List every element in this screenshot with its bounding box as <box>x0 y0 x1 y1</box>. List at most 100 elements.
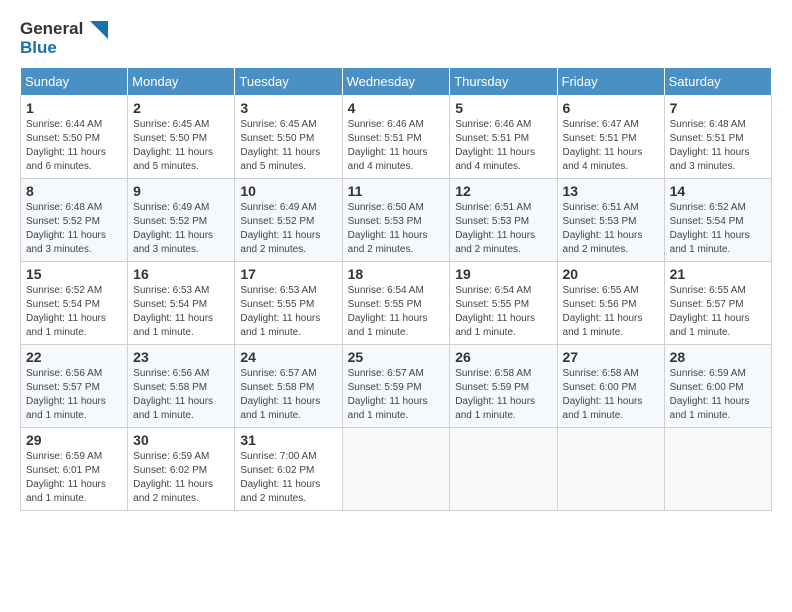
day-info: Sunrise: 6:48 AM Sunset: 5:52 PM Dayligh… <box>26 201 122 257</box>
daylight-label: Daylight: 11 hours and 1 minute. <box>670 230 750 255</box>
sunset-label: Sunset: 5:59 PM <box>455 382 529 393</box>
sunset-label: Sunset: 5:51 PM <box>348 133 422 144</box>
sunset-label: Sunset: 5:57 PM <box>26 382 100 393</box>
sunset-label: Sunset: 5:56 PM <box>563 299 637 310</box>
daylight-label: Daylight: 11 hours and 2 minutes. <box>563 230 643 255</box>
day-info: Sunrise: 6:59 AM Sunset: 6:00 PM Dayligh… <box>670 367 766 423</box>
day-info: Sunrise: 6:45 AM Sunset: 5:50 PM Dayligh… <box>240 118 336 174</box>
day-number: 6 <box>563 100 659 116</box>
sunrise-label: Sunrise: 6:58 AM <box>455 368 531 379</box>
calendar-cell: 14 Sunrise: 6:52 AM Sunset: 5:54 PM Dayl… <box>664 179 771 262</box>
calendar-cell: 24 Sunrise: 6:57 AM Sunset: 5:58 PM Dayl… <box>235 345 342 428</box>
daylight-label: Daylight: 11 hours and 3 minutes. <box>26 230 106 255</box>
sunrise-label: Sunrise: 6:52 AM <box>26 285 102 296</box>
sunrise-label: Sunrise: 6:54 AM <box>348 285 424 296</box>
sunrise-label: Sunrise: 6:57 AM <box>348 368 424 379</box>
calendar-cell: 7 Sunrise: 6:48 AM Sunset: 5:51 PM Dayli… <box>664 96 771 179</box>
calendar-cell: 27 Sunrise: 6:58 AM Sunset: 6:00 PM Dayl… <box>557 345 664 428</box>
day-number: 10 <box>240 183 336 199</box>
day-number: 4 <box>348 100 445 116</box>
day-number: 18 <box>348 266 445 282</box>
day-info: Sunrise: 6:44 AM Sunset: 5:50 PM Dayligh… <box>26 118 122 174</box>
day-number: 8 <box>26 183 122 199</box>
calendar-cell: 13 Sunrise: 6:51 AM Sunset: 5:53 PM Dayl… <box>557 179 664 262</box>
day-info: Sunrise: 6:49 AM Sunset: 5:52 PM Dayligh… <box>240 201 336 257</box>
day-info: Sunrise: 6:54 AM Sunset: 5:55 PM Dayligh… <box>455 284 551 340</box>
day-number: 19 <box>455 266 551 282</box>
sunrise-label: Sunrise: 6:56 AM <box>133 368 209 379</box>
daylight-label: Daylight: 11 hours and 1 minute. <box>563 396 643 421</box>
day-number: 28 <box>670 349 766 365</box>
sunrise-label: Sunrise: 6:45 AM <box>240 119 316 130</box>
day-info: Sunrise: 6:56 AM Sunset: 5:57 PM Dayligh… <box>26 367 122 423</box>
day-number: 24 <box>240 349 336 365</box>
calendar-day-header: Saturday <box>664 68 771 96</box>
sunset-label: Sunset: 5:51 PM <box>563 133 637 144</box>
day-number: 26 <box>455 349 551 365</box>
day-number: 30 <box>133 432 229 448</box>
calendar-day-header: Sunday <box>21 68 128 96</box>
calendar-cell: 18 Sunrise: 6:54 AM Sunset: 5:55 PM Dayl… <box>342 262 450 345</box>
calendar-cell <box>450 428 557 511</box>
daylight-label: Daylight: 11 hours and 2 minutes. <box>240 230 320 255</box>
sunrise-label: Sunrise: 6:59 AM <box>26 451 102 462</box>
calendar-cell: 15 Sunrise: 6:52 AM Sunset: 5:54 PM Dayl… <box>21 262 128 345</box>
calendar-cell: 30 Sunrise: 6:59 AM Sunset: 6:02 PM Dayl… <box>128 428 235 511</box>
sunset-label: Sunset: 5:52 PM <box>133 216 207 227</box>
daylight-label: Daylight: 11 hours and 3 minutes. <box>670 147 750 172</box>
sunset-label: Sunset: 5:51 PM <box>670 133 744 144</box>
sunrise-label: Sunrise: 6:59 AM <box>670 368 746 379</box>
day-number: 27 <box>563 349 659 365</box>
calendar-week-row: 15 Sunrise: 6:52 AM Sunset: 5:54 PM Dayl… <box>21 262 772 345</box>
daylight-label: Daylight: 11 hours and 1 minute. <box>563 313 643 338</box>
daylight-label: Daylight: 11 hours and 4 minutes. <box>348 147 428 172</box>
daylight-label: Daylight: 11 hours and 1 minute. <box>670 313 750 338</box>
day-info: Sunrise: 6:46 AM Sunset: 5:51 PM Dayligh… <box>455 118 551 174</box>
sunrise-label: Sunrise: 6:53 AM <box>133 285 209 296</box>
calendar-day-header: Friday <box>557 68 664 96</box>
day-info: Sunrise: 6:57 AM Sunset: 5:58 PM Dayligh… <box>240 367 336 423</box>
calendar-cell: 3 Sunrise: 6:45 AM Sunset: 5:50 PM Dayli… <box>235 96 342 179</box>
calendar-cell <box>557 428 664 511</box>
sunrise-label: Sunrise: 6:52 AM <box>670 202 746 213</box>
day-info: Sunrise: 6:46 AM Sunset: 5:51 PM Dayligh… <box>348 118 445 174</box>
sunrise-label: Sunrise: 6:54 AM <box>455 285 531 296</box>
daylight-label: Daylight: 11 hours and 1 minute. <box>133 313 213 338</box>
calendar-week-row: 1 Sunrise: 6:44 AM Sunset: 5:50 PM Dayli… <box>21 96 772 179</box>
sunset-label: Sunset: 5:59 PM <box>348 382 422 393</box>
calendar-cell: 1 Sunrise: 6:44 AM Sunset: 5:50 PM Dayli… <box>21 96 128 179</box>
sunset-label: Sunset: 5:52 PM <box>26 216 100 227</box>
day-number: 2 <box>133 100 229 116</box>
calendar-header-row: SundayMondayTuesdayWednesdayThursdayFrid… <box>21 68 772 96</box>
sunrise-label: Sunrise: 6:55 AM <box>563 285 639 296</box>
sunset-label: Sunset: 5:51 PM <box>455 133 529 144</box>
day-number: 17 <box>240 266 336 282</box>
day-info: Sunrise: 6:47 AM Sunset: 5:51 PM Dayligh… <box>563 118 659 174</box>
calendar-cell: 4 Sunrise: 6:46 AM Sunset: 5:51 PM Dayli… <box>342 96 450 179</box>
sunrise-label: Sunrise: 6:48 AM <box>26 202 102 213</box>
daylight-label: Daylight: 11 hours and 1 minute. <box>455 396 535 421</box>
day-info: Sunrise: 6:55 AM Sunset: 5:56 PM Dayligh… <box>563 284 659 340</box>
sunset-label: Sunset: 5:50 PM <box>26 133 100 144</box>
sunset-label: Sunset: 6:02 PM <box>133 465 207 476</box>
sunset-label: Sunset: 6:01 PM <box>26 465 100 476</box>
sunrise-label: Sunrise: 6:53 AM <box>240 285 316 296</box>
calendar-cell: 16 Sunrise: 6:53 AM Sunset: 5:54 PM Dayl… <box>128 262 235 345</box>
daylight-label: Daylight: 11 hours and 1 minute. <box>240 313 320 338</box>
daylight-label: Daylight: 11 hours and 2 minutes. <box>455 230 535 255</box>
calendar-cell: 20 Sunrise: 6:55 AM Sunset: 5:56 PM Dayl… <box>557 262 664 345</box>
sunrise-label: Sunrise: 6:57 AM <box>240 368 316 379</box>
daylight-label: Daylight: 11 hours and 1 minute. <box>26 479 106 504</box>
calendar-cell: 5 Sunrise: 6:46 AM Sunset: 5:51 PM Dayli… <box>450 96 557 179</box>
day-info: Sunrise: 6:59 AM Sunset: 6:01 PM Dayligh… <box>26 450 122 506</box>
calendar-cell: 19 Sunrise: 6:54 AM Sunset: 5:55 PM Dayl… <box>450 262 557 345</box>
sunset-label: Sunset: 5:57 PM <box>670 299 744 310</box>
calendar-cell: 26 Sunrise: 6:58 AM Sunset: 5:59 PM Dayl… <box>450 345 557 428</box>
day-number: 29 <box>26 432 122 448</box>
daylight-label: Daylight: 11 hours and 1 minute. <box>670 396 750 421</box>
day-number: 23 <box>133 349 229 365</box>
sunset-label: Sunset: 6:02 PM <box>240 465 314 476</box>
day-info: Sunrise: 6:50 AM Sunset: 5:53 PM Dayligh… <box>348 201 445 257</box>
daylight-label: Daylight: 11 hours and 1 minute. <box>26 313 106 338</box>
day-info: Sunrise: 6:51 AM Sunset: 5:53 PM Dayligh… <box>455 201 551 257</box>
